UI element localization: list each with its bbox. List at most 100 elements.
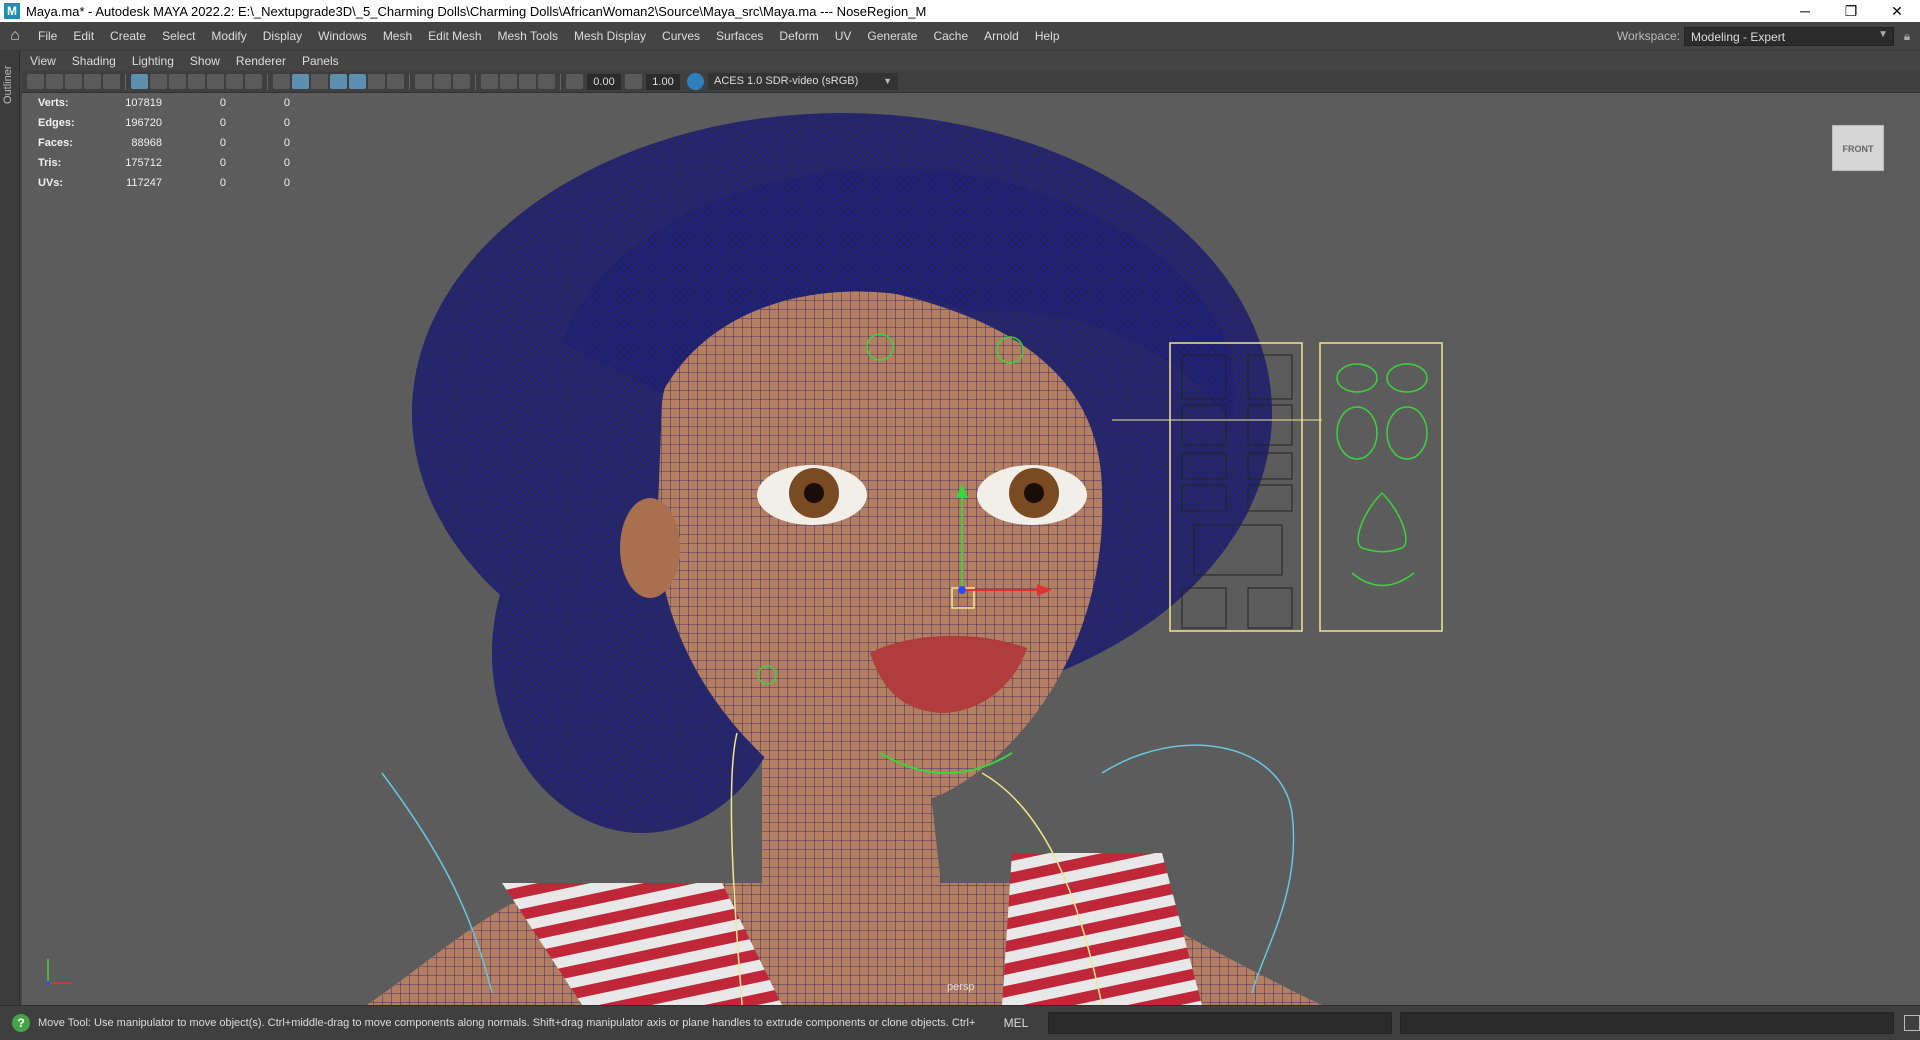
home-icon[interactable]: ⌂	[0, 27, 30, 45]
hud-selected: 0	[219, 97, 226, 109]
restore-button[interactable]: ❐	[1828, 0, 1874, 22]
menu-arnold[interactable]: Arnold	[976, 29, 1027, 43]
color-management-icon[interactable]	[687, 73, 704, 90]
xray-components-icon[interactable]	[538, 74, 555, 89]
gate-mask-icon[interactable]	[188, 74, 205, 89]
menu-cache[interactable]: Cache	[925, 29, 976, 43]
resolution-gate-icon[interactable]	[169, 74, 186, 89]
menu-create[interactable]: Create	[102, 29, 154, 43]
camera-select-icon[interactable]	[27, 74, 44, 89]
picker-eye-right[interactable]	[1386, 406, 1428, 460]
menu-mesh-tools[interactable]: Mesh Tools	[490, 29, 566, 43]
panel-menu-view[interactable]: View	[22, 54, 64, 68]
gamma-field[interactable]: 1.00	[646, 73, 680, 90]
safe-action-icon[interactable]	[226, 74, 243, 89]
xray-icon[interactable]	[500, 74, 517, 89]
menu-file[interactable]: File	[30, 29, 65, 43]
hud-row-uvs: UVs: 117247 0 0	[38, 173, 290, 193]
panel-menu-shading[interactable]: Shading	[64, 54, 124, 68]
minimize-button[interactable]: ─	[1782, 0, 1828, 22]
workspace-value: Modeling - Expert	[1691, 29, 1786, 44]
safe-title-icon[interactable]	[245, 74, 262, 89]
workspace-dropdown[interactable]: Modeling - Expert ▼	[1684, 26, 1894, 46]
panel-menu-panels[interactable]: Panels	[294, 54, 347, 68]
shadows-icon[interactable]	[387, 74, 404, 89]
hud-label: Faces:	[38, 137, 73, 149]
script-editor-icon[interactable]	[1904, 1015, 1920, 1031]
toolbar-divider	[409, 73, 410, 90]
xray-joints-icon[interactable]	[519, 74, 536, 89]
picker-brow-right[interactable]	[1386, 363, 1428, 393]
picker-nose[interactable]	[1357, 491, 1407, 553]
view-transform-dropdown[interactable]: ACES 1.0 SDR-video (sRGB) ▼	[708, 73, 898, 90]
antialiasing-icon[interactable]	[453, 74, 470, 89]
close-button[interactable]: ✕	[1874, 0, 1920, 22]
menu-windows[interactable]: Windows	[310, 29, 375, 43]
toolbar-divider	[125, 73, 126, 90]
outliner-tab[interactable]: Outliner	[2, 59, 18, 111]
textured-icon[interactable]	[349, 74, 366, 89]
hud-value: 88968	[131, 137, 162, 149]
menu-deform[interactable]: Deform	[771, 29, 826, 43]
menu-generate[interactable]: Generate	[859, 29, 925, 43]
picker-eye-left[interactable]	[1336, 406, 1378, 460]
image-plane-icon[interactable]	[84, 74, 101, 89]
menu-mesh-display[interactable]: Mesh Display	[566, 29, 654, 43]
workspace-label: Workspace:	[1616, 29, 1680, 43]
hud-component: 0	[283, 177, 290, 189]
bookmark-icon[interactable]	[65, 74, 82, 89]
lights-icon[interactable]	[368, 74, 385, 89]
menu-surfaces[interactable]: Surfaces	[708, 29, 771, 43]
ambient-occlusion-icon[interactable]	[415, 74, 432, 89]
poly-count-hud: Verts: 107819 0 0 Edges: 196720 0 0 Face…	[38, 93, 290, 193]
view-transform-value: ACES 1.0 SDR-video (sRGB)	[714, 75, 859, 87]
command-line-input[interactable]	[1048, 1012, 1392, 1034]
picker-mouth[interactable]	[1351, 572, 1415, 587]
menu-edit[interactable]: Edit	[65, 29, 102, 43]
film-gate-icon[interactable]	[150, 74, 167, 89]
exposure-field[interactable]: 0.00	[587, 73, 621, 90]
hud-selected: 0	[219, 177, 226, 189]
lock-icon[interactable]: 🔒︎	[1894, 29, 1920, 44]
menu-help[interactable]: Help	[1027, 29, 1068, 43]
hud-row-verts: Verts: 107819 0 0	[38, 93, 290, 113]
view-cube[interactable]: FRONT	[1832, 125, 1884, 171]
grid-icon[interactable]	[131, 74, 148, 89]
hud-row-tris: Tris: 175712 0 0	[38, 153, 290, 173]
gamma-icon[interactable]	[625, 74, 642, 89]
motion-blur-icon[interactable]	[434, 74, 451, 89]
smooth-shade-icon[interactable]	[292, 74, 309, 89]
menu-curves[interactable]: Curves	[654, 29, 708, 43]
wireframe-icon[interactable]	[273, 74, 290, 89]
menu-uv[interactable]: UV	[827, 29, 860, 43]
panel-menu-show[interactable]: Show	[182, 54, 228, 68]
command-language-toggle[interactable]: MEL	[988, 1016, 1044, 1030]
chevron-down-icon: ▼	[1878, 28, 1888, 40]
camera-attributes-icon[interactable]	[46, 74, 63, 89]
manipulator-z-axis[interactable]	[958, 586, 966, 594]
pupil-left	[804, 483, 824, 503]
hud-label: Verts:	[38, 97, 69, 109]
picker-slot[interactable]	[1247, 587, 1293, 629]
viewport-persp[interactable]: Verts: 107819 0 0 Edges: 196720 0 0 Face…	[22, 93, 1920, 1005]
exposure-icon[interactable]	[566, 74, 583, 89]
pencil-icon[interactable]	[103, 74, 120, 89]
isolate-select-icon[interactable]	[481, 74, 498, 89]
panel-menu-lighting[interactable]: Lighting	[124, 54, 182, 68]
picker-slot[interactable]	[1181, 587, 1227, 629]
command-result-field	[1400, 1012, 1894, 1034]
pupil-right	[1024, 483, 1044, 503]
picker-brow-left[interactable]	[1336, 363, 1378, 393]
panel-menu-renderer[interactable]: Renderer	[228, 54, 294, 68]
menu-display[interactable]: Display	[255, 29, 310, 43]
main-menu-bar: ⌂ File Edit Create Select Modify Display…	[0, 22, 1920, 51]
hud-selected: 0	[219, 137, 226, 149]
menu-edit-mesh[interactable]: Edit Mesh	[420, 29, 489, 43]
menu-select[interactable]: Select	[154, 29, 203, 43]
default-material-icon[interactable]	[311, 74, 328, 89]
menu-mesh[interactable]: Mesh	[375, 29, 420, 43]
wireframe-on-shaded-icon[interactable]	[330, 74, 347, 89]
menu-modify[interactable]: Modify	[203, 29, 254, 43]
help-icon[interactable]: ?	[12, 1014, 30, 1032]
field-chart-icon[interactable]	[207, 74, 224, 89]
